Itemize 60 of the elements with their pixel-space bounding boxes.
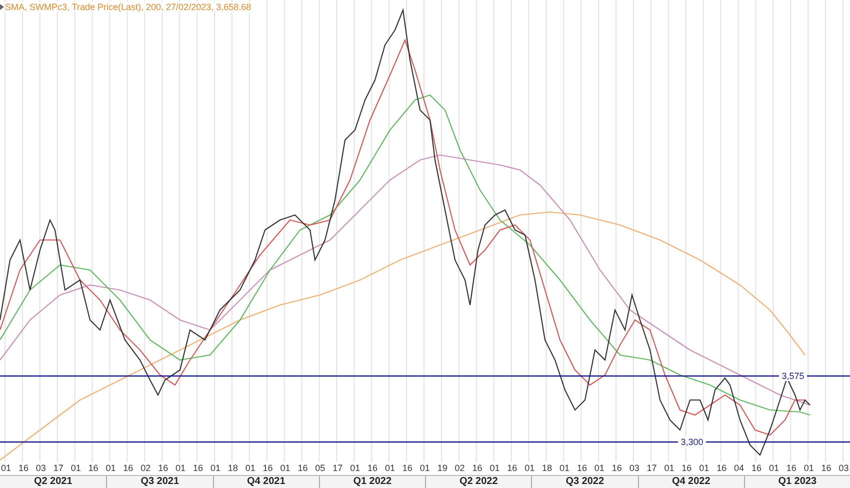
legend-text: SMA, SWMPc3, Trade Price(Last), 200, 27/02/2023, 3,658.68: [5, 2, 252, 12]
quarter-label: Q4 2022: [638, 476, 744, 488]
axis-tick-label: 16: [612, 462, 622, 475]
axis-tick-label: 16: [682, 462, 692, 475]
quarter-label: Q2 2022: [425, 476, 532, 488]
axis-tick-label: 16: [507, 462, 518, 475]
axis-tick-label: 01: [106, 462, 116, 475]
axis-tick-label: 05: [315, 462, 326, 475]
quarter-label: Q2 2021: [32, 476, 74, 488]
quarter-label: Q3 2021: [106, 476, 212, 488]
axis-tick-label: 16: [158, 462, 168, 475]
axis-tick-label: 01: [210, 462, 220, 475]
axis-tick-label: 16: [123, 462, 134, 475]
axis-tick-label: 01: [384, 462, 395, 475]
axis-tick-label: 16: [472, 462, 482, 475]
axis-tick-label: 16: [751, 462, 762, 475]
axis-tick-label: 03: [838, 462, 849, 475]
axis-tick-label: 01: [70, 462, 81, 475]
axis-tick-label: 19: [437, 462, 448, 475]
axis-tick-label: 16: [298, 462, 308, 475]
axis-tick-label: 02: [454, 462, 465, 475]
axis-tick-label: 18: [228, 462, 238, 475]
axis-tick-label: 01: [280, 462, 290, 475]
axis-tick-label: 01: [560, 462, 570, 475]
axis-tick-label: 03: [36, 462, 46, 475]
quarter-label: Q3 2022: [531, 476, 638, 488]
axis-tick-label: 17: [646, 462, 657, 475]
quarter-label: Q1 2022: [318, 476, 425, 488]
axis-tick-label: 16: [576, 462, 587, 475]
level-label: 3,300: [680, 437, 704, 447]
axis-tick-label: 16: [192, 462, 203, 475]
axis-tick-label: 01: [490, 462, 500, 475]
axis-tick-label: 16: [716, 462, 727, 475]
axis-tick-label: 16: [88, 462, 98, 475]
axis-tick-label: 16: [18, 462, 28, 475]
level-label: 3,575: [782, 371, 804, 381]
axis-tick-label: 01: [804, 462, 814, 475]
axis-tick-label: 01: [768, 462, 779, 475]
axis-tick-label: 04: [734, 462, 744, 475]
axis-tick-label: 16: [821, 462, 832, 475]
axis-tick-label: 18: [542, 462, 552, 475]
axis-tick-label: 01: [420, 462, 430, 475]
quarter-label: Q4 2021: [212, 476, 319, 488]
axis-tick-label: 02: [140, 462, 151, 475]
axis-tick-label: 01: [1, 462, 12, 475]
axis-tick-label: 01: [664, 462, 674, 475]
axis-tick-label: 01: [699, 462, 710, 475]
quarter-label: Q1 2023: [744, 476, 850, 488]
axis-tick-label: 03: [629, 462, 640, 475]
axis-tick-label: 01: [176, 462, 186, 475]
axis-tick-label: 01: [245, 462, 256, 475]
axis-tick-label: 17: [332, 462, 343, 475]
axis-tick-label: 16: [402, 462, 412, 475]
axis-tick-label: 01: [350, 462, 360, 475]
axis-tick-label: 17: [53, 462, 64, 475]
axis-tick-label: 16: [786, 462, 796, 475]
axis-tick-label: 16: [368, 462, 378, 475]
axis-tick-label: 01: [524, 462, 535, 475]
axis-tick-label: 16: [262, 462, 273, 475]
axis-tick-label: 01: [594, 462, 604, 475]
